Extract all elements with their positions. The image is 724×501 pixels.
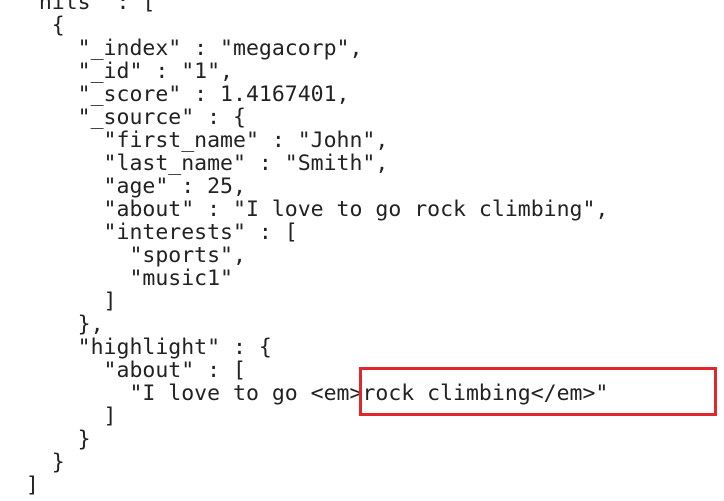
code-line-highlight: "highlight" : { <box>0 335 272 360</box>
code-line-highlight-text: "I love to go <em>rock climbing</em>" <box>0 381 609 406</box>
code-line-index: "_index" : "megacorp", <box>0 36 363 61</box>
code-line-interests: "interests" : [ <box>0 220 298 245</box>
code-line-hit-open: { <box>0 13 65 38</box>
json-response-view: "hits" : [ { "_index" : "megacorp", "_id… <box>0 0 724 501</box>
code-line-interest-music: "music1" <box>0 266 233 291</box>
code-line-last-name: "last_name" : "Smith", <box>0 151 389 176</box>
code-line-age: "age" : 25, <box>0 174 246 199</box>
code-line-hit-close: } <box>0 450 65 475</box>
code-line-highlight-about: "about" : [ <box>0 358 246 383</box>
code-line-hits: "hits" : [ <box>0 0 156 15</box>
code-line-score: "_score" : 1.4167401, <box>0 82 350 107</box>
code-line-hits-close: ] <box>0 473 39 498</box>
code-line-first-name: "first_name" : "John", <box>0 128 389 153</box>
code-line-highlight-close: } <box>0 427 91 452</box>
code-line-interests-close: ] <box>0 289 117 314</box>
code-line-source-close: }, <box>0 312 104 337</box>
code-line-source: "_source" : { <box>0 105 246 130</box>
code-line-id: "_id" : "1", <box>0 59 233 84</box>
code-line-about: "about" : "I love to go rock climbing", <box>0 197 609 222</box>
code-line-interest-sports: "sports", <box>0 243 246 268</box>
code-line-about-close: ] <box>0 404 117 429</box>
